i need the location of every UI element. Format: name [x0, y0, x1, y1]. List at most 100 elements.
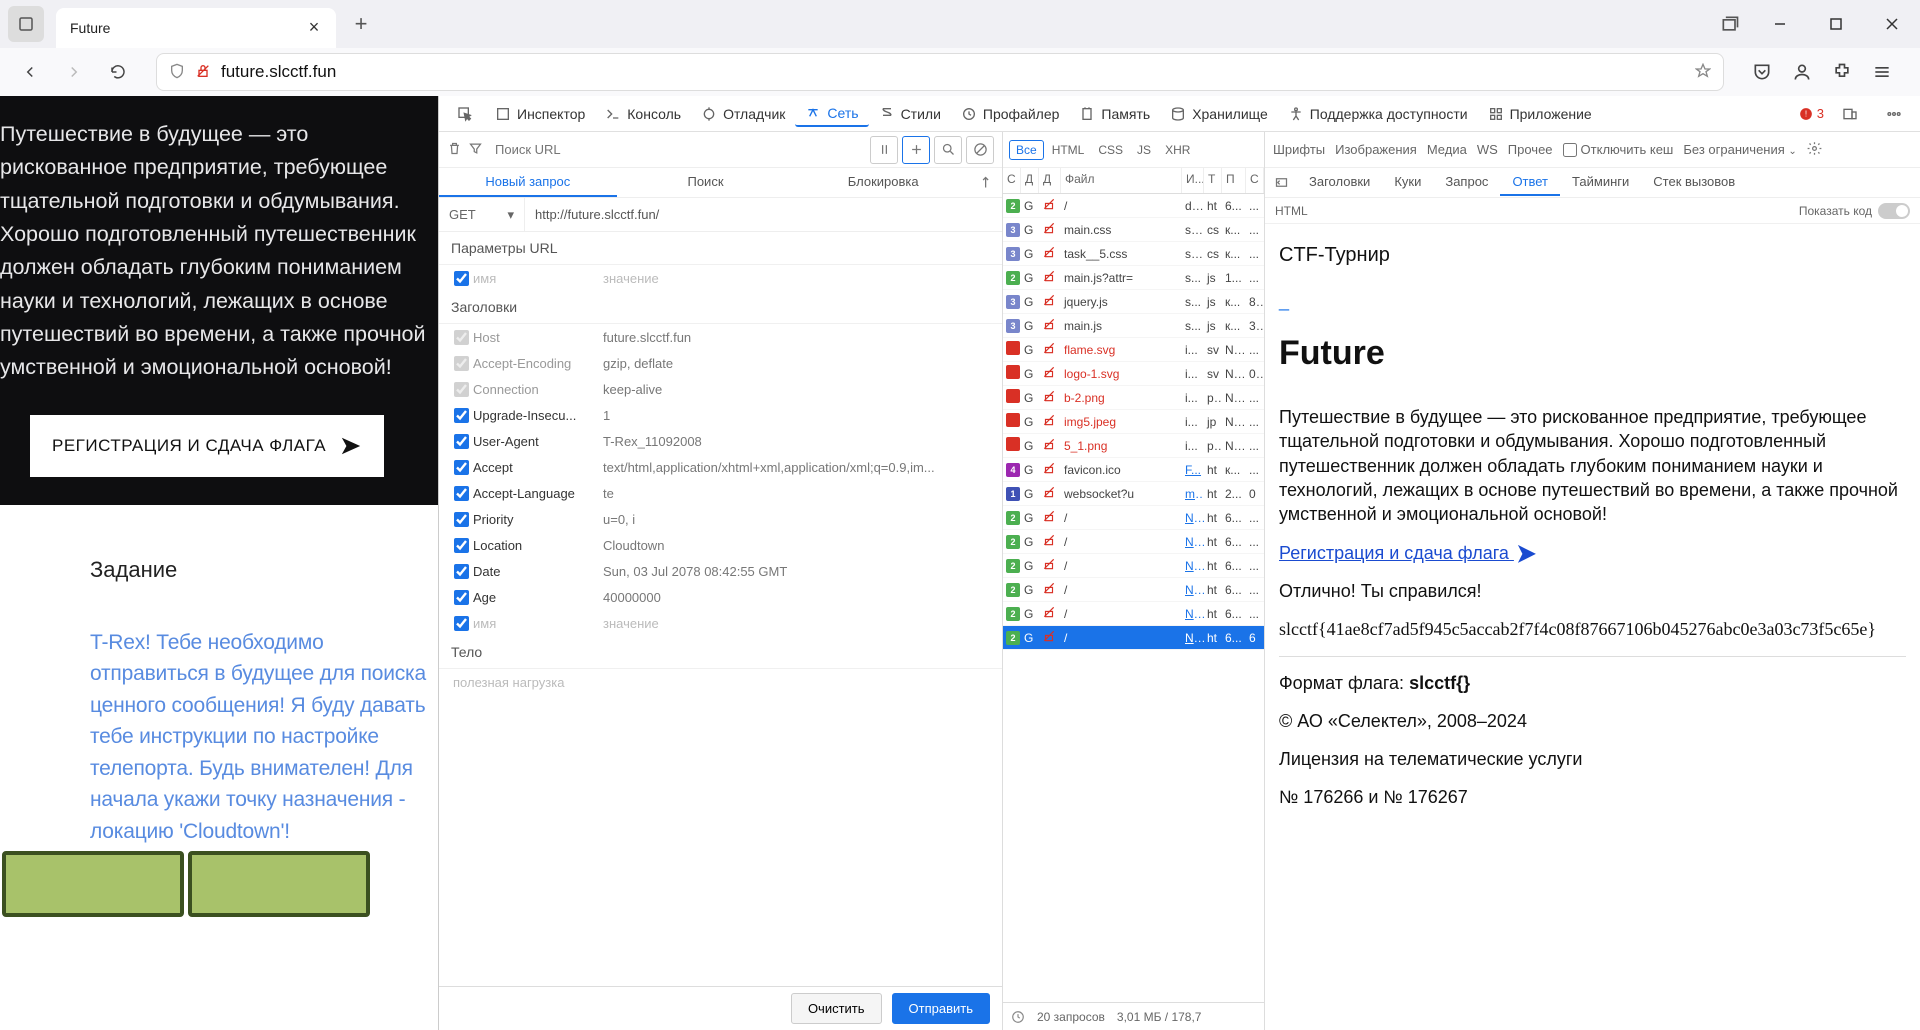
forward-button[interactable]	[56, 54, 92, 90]
throttle-select[interactable]: Без ограничения ⌄	[1683, 142, 1796, 157]
net-filter-HTML[interactable]: HTML	[1046, 141, 1091, 159]
devtool-tab-Профайлер[interactable]: Профайлер	[951, 101, 1070, 127]
network-row[interactable]: 2Gmain.js?attr=s...js1......	[1003, 266, 1264, 290]
filter-url-input[interactable]	[489, 138, 856, 161]
header-name[interactable]: Accept-Language	[473, 486, 603, 501]
network-row[interactable]: G5_1.pngi...p...N......	[1003, 434, 1264, 458]
network-row[interactable]: Gimg5.jpegi...jpN......	[1003, 410, 1264, 434]
network-row[interactable]: 2G/N...ht6...6	[1003, 626, 1264, 650]
header-value[interactable]: Sun, 03 Jul 2078 08:42:55 GMT	[603, 564, 992, 579]
back-response-icon[interactable]	[1269, 175, 1293, 190]
header-value[interactable]: T-Rex_11092008	[603, 434, 992, 449]
header-name[interactable]: Age	[473, 590, 603, 605]
network-row[interactable]: Gb-2.pngi...p...N......	[1003, 386, 1264, 410]
resp-register-link[interactable]: Регистрация и сдача флага	[1279, 543, 1514, 563]
network-row[interactable]: 4Gfavicon.icoF...htк......	[1003, 458, 1264, 482]
header-name[interactable]: Host	[473, 330, 603, 345]
devtool-tab-Память[interactable]: Память	[1069, 101, 1160, 127]
param-value-placeholder[interactable]: значение	[603, 271, 992, 286]
devtool-tab-Сеть[interactable]: Сеть	[795, 101, 868, 127]
net-filter-XHR[interactable]: XHR	[1159, 141, 1196, 159]
response-tab-Запрос[interactable]: Запрос	[1433, 169, 1500, 196]
response-tab-Куки[interactable]: Куки	[1382, 169, 1433, 196]
header-value[interactable]: u=0, i	[603, 512, 992, 527]
response-tab-Ответ[interactable]: Ответ	[1500, 169, 1560, 196]
app-menu-button[interactable]	[8, 6, 44, 42]
header-value[interactable]: keep-alive	[603, 382, 992, 397]
response-tab-Стек вызовов[interactable]: Стек вызовов	[1641, 169, 1747, 196]
minimize-button[interactable]	[1752, 0, 1808, 48]
net-filter-CSS[interactable]: CSS	[1092, 141, 1129, 159]
header-checkbox[interactable]	[454, 512, 469, 527]
header-checkbox[interactable]	[454, 564, 469, 579]
block-icon[interactable]	[966, 136, 994, 164]
header-value[interactable]: text/html,application/xhtml+xml,applicat…	[603, 460, 992, 475]
network-row[interactable]: 3Gmain.cssst...csк......	[1003, 218, 1264, 242]
col-trans[interactable]: П	[1222, 168, 1246, 193]
error-count[interactable]: !3	[1799, 106, 1824, 121]
devtool-tab-Консоль[interactable]: Консоль	[595, 101, 691, 127]
header-value-placeholder[interactable]: значение	[603, 616, 992, 631]
filter-icon[interactable]	[468, 141, 483, 159]
col-type[interactable]: Т	[1204, 168, 1222, 193]
col-domain[interactable]: Д	[1039, 168, 1061, 193]
header-checkbox[interactable]	[454, 460, 469, 475]
bookmark-star-icon[interactable]	[1695, 63, 1711, 82]
header-checkbox[interactable]	[454, 356, 469, 371]
filter-other[interactable]: Прочее	[1508, 142, 1553, 157]
pick-element-icon[interactable]	[447, 102, 483, 126]
network-row[interactable]: Glogo-1.svgi...svN...0...	[1003, 362, 1264, 386]
browser-tab[interactable]: Future ×	[56, 8, 336, 48]
more-icon[interactable]	[1876, 102, 1912, 126]
tab-search[interactable]: Поиск	[617, 168, 795, 197]
menu-icon[interactable]	[1864, 54, 1900, 90]
header-value[interactable]: Cloudtown	[603, 538, 992, 553]
http-method-select[interactable]: GET▾	[439, 198, 525, 231]
close-tab-icon[interactable]: ×	[306, 20, 322, 36]
header-checkbox[interactable]	[454, 434, 469, 449]
param-name-placeholder[interactable]: имя	[473, 271, 603, 286]
devtool-tab-Поддержка доступности[interactable]: Поддержка доступности	[1278, 101, 1478, 127]
devtool-tab-Отладчик[interactable]: Отладчик	[691, 101, 795, 127]
close-window-button[interactable]	[1864, 0, 1920, 48]
header-name[interactable]: Priority	[473, 512, 603, 527]
devtool-tab-Инспектор[interactable]: Инспектор	[485, 101, 595, 127]
network-row[interactable]: 2G/d...ht6......	[1003, 194, 1264, 218]
header-name[interactable]: Date	[473, 564, 603, 579]
trash-icon[interactable]	[447, 141, 462, 159]
col-file[interactable]: Файл	[1061, 168, 1182, 193]
maximize-button[interactable]	[1808, 0, 1864, 48]
tab-blocking[interactable]: Блокировка	[794, 168, 972, 197]
request-url-input[interactable]: http://future.slcctf.fun/	[525, 198, 1002, 231]
response-tab-Тайминги[interactable]: Тайминги	[1560, 169, 1641, 196]
header-name[interactable]: Accept	[473, 460, 603, 475]
disable-cache-checkbox[interactable]	[1563, 143, 1577, 157]
extensions-icon[interactable]	[1824, 54, 1860, 90]
devtool-tab-Хранилище[interactable]: Хранилище	[1160, 101, 1278, 127]
header-checkbox[interactable]	[454, 538, 469, 553]
header-checkbox[interactable]	[454, 408, 469, 423]
devtool-tab-Приложение[interactable]: Приложение	[1478, 101, 1602, 127]
clear-button[interactable]: Очистить	[791, 993, 882, 1024]
header-value[interactable]: gzip, deflate	[603, 356, 992, 371]
address-bar[interactable]: future.slcctf.fun	[156, 53, 1724, 91]
col-init[interactable]: И...	[1182, 168, 1204, 193]
filter-ws[interactable]: WS	[1477, 142, 1498, 157]
network-row[interactable]: 2G/N...ht6......	[1003, 530, 1264, 554]
net-filter-Все[interactable]: Все	[1009, 140, 1044, 160]
network-row[interactable]: 1Gwebsocket?umairht2...0	[1003, 482, 1264, 506]
header-checkbox[interactable]	[454, 486, 469, 501]
back-button[interactable]	[12, 54, 48, 90]
header-value[interactable]: 40000000	[603, 590, 992, 605]
account-icon[interactable]	[1784, 54, 1820, 90]
header-value[interactable]: te	[603, 486, 992, 501]
network-row[interactable]: 3Gmain.jss...jsк...3...	[1003, 314, 1264, 338]
responsive-mode-icon[interactable]	[1832, 102, 1868, 126]
filter-images[interactable]: Изображения	[1335, 142, 1417, 157]
header-name[interactable]: Accept-Encoding	[473, 356, 603, 371]
send-button[interactable]: Отправить	[892, 993, 990, 1024]
header-name[interactable]: Location	[473, 538, 603, 553]
search-icon[interactable]	[934, 136, 962, 164]
response-tab-Заголовки[interactable]: Заголовки	[1297, 169, 1382, 196]
network-row[interactable]: 2G/N...ht6......	[1003, 506, 1264, 530]
